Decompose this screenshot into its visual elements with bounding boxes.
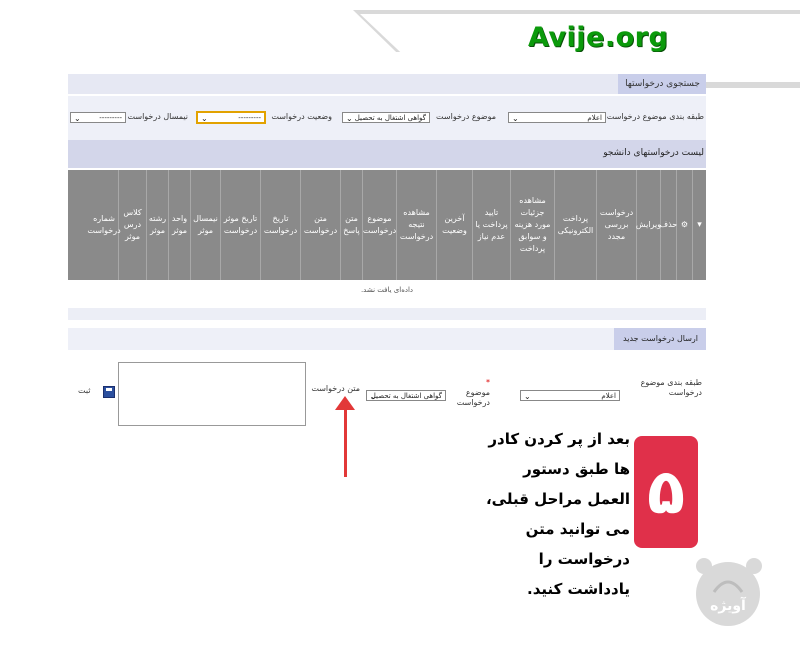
chevron-down-icon: ⌄ bbox=[201, 114, 208, 123]
table-select-column[interactable]: ▾ bbox=[692, 170, 706, 280]
table-header-payment-approval: تایید پرداخت یا عدم نیاز bbox=[472, 170, 510, 280]
step-instruction-text: بعد از پر کردن کادر ها طبق دستور العمل م… bbox=[485, 430, 630, 598]
table-header-payment: پرداخت الکترونیکی bbox=[554, 170, 596, 280]
filter-status-select[interactable]: --------- ⌄ bbox=[196, 111, 266, 124]
chevron-down-icon: ⌄ bbox=[370, 392, 377, 401]
new-subject-select[interactable]: گواهی اشتغال به تحصیل ⌄ bbox=[366, 390, 446, 401]
section-separator bbox=[68, 308, 706, 320]
table-header-last-status: آخرین وضعیت bbox=[436, 170, 472, 280]
new-subject-label: * موضوع درخواست bbox=[456, 378, 490, 407]
chevron-down-icon: ⌄ bbox=[524, 392, 531, 401]
table-header-effective-major: رشته موثر bbox=[146, 170, 168, 280]
filter-subject-label: موضوع درخواست bbox=[436, 112, 496, 121]
table-header-request-date: تاریخ درخواست bbox=[260, 170, 300, 280]
table-header-review: درخواست بررسی مجدد bbox=[596, 170, 636, 280]
table-header-effective-unit: واحد موثر bbox=[168, 170, 190, 280]
search-section-header: جستجوی درخواستها bbox=[618, 74, 706, 94]
request-text-area[interactable] bbox=[118, 362, 306, 426]
filter-subject-select[interactable]: گواهی اشتغال به تحصیل ⌄ bbox=[342, 112, 430, 123]
table-empty-message: داده‌ای یافت نشد. bbox=[360, 286, 414, 294]
new-request-title: ارسال درخواست جدید bbox=[614, 328, 706, 350]
table-header-response-text: متن پاسخ bbox=[340, 170, 362, 280]
save-icon[interactable] bbox=[103, 386, 115, 398]
chevron-down-icon: ⌄ bbox=[346, 114, 353, 123]
required-marker: * bbox=[486, 378, 490, 387]
svg-text:آویژه: آویژه bbox=[710, 596, 747, 614]
list-section-header: لیست درخواستهای دانشجو bbox=[68, 140, 706, 168]
table-header-class: کلاس درس موثر bbox=[118, 170, 146, 280]
list-section-title: لیست درخواستهای دانشجو bbox=[603, 148, 704, 158]
search-section-title: جستجوی درخواستها bbox=[625, 79, 700, 89]
chevron-down-icon: ⌄ bbox=[512, 114, 519, 123]
save-label[interactable]: ثبت bbox=[78, 386, 91, 396]
table-header-delete: حذف bbox=[660, 170, 677, 280]
filter-category-select[interactable]: اعلام ⌄ bbox=[508, 112, 606, 123]
table-header-icon: ⚙ bbox=[676, 170, 692, 280]
filter-term-label: نیمسال درخواست bbox=[127, 112, 188, 121]
table-header-edit: ویرایش bbox=[636, 170, 661, 280]
new-category-select[interactable]: اعلام ⌄ bbox=[520, 390, 620, 401]
request-screen: جستجوی درخواستها طبقه بندی موضوع درخواست… bbox=[68, 52, 706, 426]
brand-watermark: Avije.org bbox=[528, 22, 669, 53]
new-request-header: ارسال درخواست جدید bbox=[68, 328, 706, 350]
arrow-shaft bbox=[344, 405, 347, 477]
table-header-request-text: متن درخواست bbox=[300, 170, 340, 280]
requests-table-header: ▾ ⚙ حذف ویرایش درخواست بررسی مجدد پرداخت… bbox=[68, 170, 706, 280]
chevron-down-icon: ⌄ bbox=[74, 114, 81, 123]
filter-term-select[interactable]: --------- ⌄ bbox=[70, 112, 126, 123]
table-header-effective-term: نیمسال موثر bbox=[190, 170, 220, 280]
avije-logo-icon: آویژه bbox=[696, 558, 762, 626]
table-header-cost-details: مشاهده جزئیات مورد هزینه و سوابق پرداخت bbox=[510, 170, 554, 280]
request-text-label: متن درخواست bbox=[311, 384, 360, 393]
filter-category-label: طبقه بندی موضوع درخواست bbox=[606, 112, 704, 121]
table-header-effective-date: تاریخ موثر درخواست bbox=[220, 170, 260, 280]
filter-status-label: وضعیت درخواست bbox=[271, 112, 332, 121]
table-header-request-number: شماره درخواست bbox=[87, 214, 121, 235]
new-request-form: طبقه بندی موضوع درخواست اعلام ⌄ * موضوع د… bbox=[68, 350, 706, 426]
step-number-badge: ۵ bbox=[634, 436, 698, 548]
new-category-label: طبقه بندی موضوع درخواست bbox=[640, 378, 702, 397]
search-section-bar bbox=[68, 74, 618, 94]
table-header-subject: موضوع درخواست bbox=[362, 170, 396, 280]
table-header-result: مشاهده نتیجه درخواست bbox=[396, 170, 436, 280]
